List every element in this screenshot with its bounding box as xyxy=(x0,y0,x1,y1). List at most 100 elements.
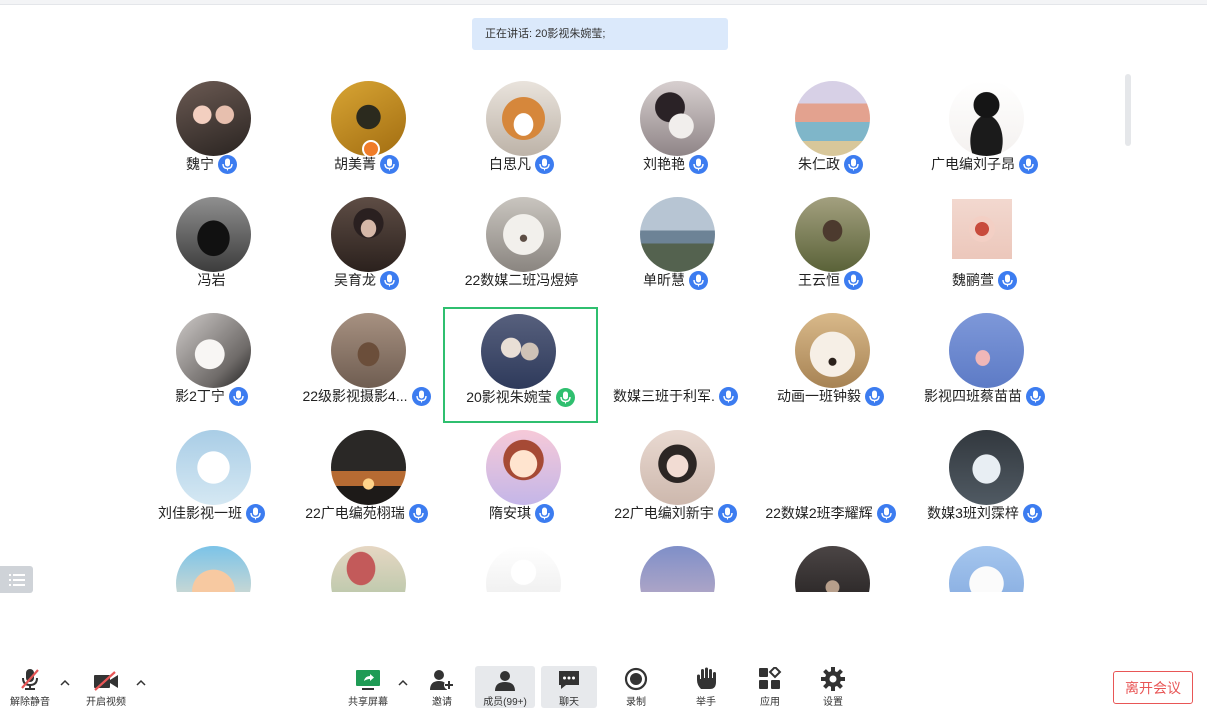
avatar xyxy=(176,313,251,388)
unmute-button[interactable]: 解除静音 xyxy=(6,655,54,708)
participant-name-row: 动画一班钟毅 xyxy=(753,385,908,407)
chat-button[interactable]: 聊天 xyxy=(541,666,597,708)
chat-icon xyxy=(559,671,579,689)
participant-tile[interactable]: 影视四班蔡苗苗 xyxy=(907,306,1062,422)
scrollbar[interactable] xyxy=(1125,74,1131,146)
participant-tile[interactable]: 数媒三班于利军. xyxy=(598,306,753,422)
participant-tile[interactable]: 魏宁 xyxy=(134,74,289,190)
participant-tile[interactable] xyxy=(134,539,289,592)
list-view-button[interactable] xyxy=(0,566,33,593)
chat-label: 聊天 xyxy=(559,697,579,708)
participant-name: 20影视朱婉莹 xyxy=(466,389,552,405)
mic-icon xyxy=(717,503,737,523)
participant-name: 22广电编苑栩瑞 xyxy=(305,505,405,521)
participant-name-row: 22广电编刘新宇 xyxy=(598,502,753,524)
participant-name-row: 20影视朱婉莹 xyxy=(445,386,596,408)
avatar xyxy=(640,430,715,505)
video-off-icon xyxy=(94,671,118,691)
avatar xyxy=(949,430,1024,505)
start-video-button[interactable]: 开启视频 xyxy=(82,655,130,708)
settings-button[interactable]: 设置 xyxy=(815,655,851,708)
participant-tile[interactable]: 王云恒 xyxy=(753,190,908,306)
participant-tile[interactable] xyxy=(289,539,444,592)
mic-icon xyxy=(411,386,431,406)
apps-button[interactable]: 应用 xyxy=(752,655,788,708)
participant-tile[interactable]: 影2丁宁 xyxy=(134,306,289,422)
participant-name-row: 胡美菁 xyxy=(289,153,444,175)
participant-name: 22数媒2班李耀辉 xyxy=(765,505,873,521)
participant-tile[interactable]: 白思凡 xyxy=(444,74,599,190)
participant-tile[interactable]: 22数媒2班李耀辉 xyxy=(753,423,908,539)
avatar xyxy=(795,430,870,505)
participant-name: 刘艳艳 xyxy=(643,156,685,172)
members-button[interactable]: 成员(99+) xyxy=(475,666,535,708)
participant-tile[interactable]: 刘艳艳 xyxy=(598,74,753,190)
avatar xyxy=(331,546,406,592)
participant-tile[interactable]: 22广电编刘新宇 xyxy=(598,423,753,539)
participant-name-row: 22级影视摄影4... xyxy=(289,385,444,407)
participant-tile[interactable] xyxy=(907,539,1062,592)
participant-name-row: 22数媒二班冯煜婷 xyxy=(444,269,599,291)
participant-tile[interactable]: 冯岩 xyxy=(134,190,289,306)
participant-tile[interactable]: 数媒3班刘霂梓 xyxy=(907,423,1062,539)
participant-tile[interactable] xyxy=(753,539,908,592)
participant-name: 数媒3班刘霂梓 xyxy=(927,505,1019,521)
participant-name: 影2丁宁 xyxy=(175,388,225,404)
invite-label: 邀请 xyxy=(432,697,452,708)
participant-name-row: 刘艳艳 xyxy=(598,153,753,175)
participant-name-row: 22数媒2班李耀辉 xyxy=(753,502,908,524)
participant-tile[interactable]: 刘佳影视一班 xyxy=(134,423,289,539)
video-options-caret[interactable] xyxy=(135,677,147,689)
invite-button[interactable]: 邀请 xyxy=(424,655,460,708)
meeting-toolbar: 解除静音 开启视频 共享屏幕 邀请 成员(99+) 聊天 录制 举手 应用 设置 xyxy=(0,655,1207,708)
participant-tile[interactable]: 吴育龙 xyxy=(289,190,444,306)
mic-icon xyxy=(380,154,399,174)
members-icon xyxy=(495,671,515,691)
mic-icon xyxy=(246,503,265,523)
participant-name-row: 吴育龙 xyxy=(289,269,444,291)
participant-tile[interactable] xyxy=(598,539,753,592)
avatar xyxy=(795,197,870,272)
participant-tile[interactable]: 动画一班钟毅 xyxy=(753,306,908,422)
participant-tile[interactable] xyxy=(444,539,599,592)
share-options-caret[interactable] xyxy=(397,677,409,689)
participant-tile[interactable]: 广电编刘子昂 xyxy=(907,74,1062,190)
hand-icon xyxy=(697,667,716,689)
avatar xyxy=(331,313,406,388)
mic-active-icon xyxy=(555,387,575,407)
share-screen-button[interactable]: 共享屏幕 xyxy=(344,655,392,708)
participant-tile[interactable]: 单昕慧 xyxy=(598,190,753,306)
participant-name: 胡美菁 xyxy=(334,156,376,172)
participant-tile[interactable]: 22数媒二班冯煜婷 xyxy=(444,190,599,306)
participant-tile[interactable]: 22级影视摄影4... xyxy=(289,306,444,422)
avatar xyxy=(640,546,715,592)
leave-meeting-button[interactable]: 离开会议 xyxy=(1113,671,1193,704)
mic-icon xyxy=(1026,386,1045,406)
participant-tile[interactable]: 22广电编苑栩瑞 xyxy=(289,423,444,539)
participant-name: 单昕慧 xyxy=(643,272,685,288)
participant-tile[interactable]: 20影视朱婉莹 xyxy=(443,307,598,423)
participant-tile[interactable]: 隋安琪 xyxy=(444,423,599,539)
unmute-label: 解除静音 xyxy=(10,697,50,708)
mic-options-caret[interactable] xyxy=(59,677,71,689)
participant-name: 冯岩 xyxy=(197,272,226,288)
participant-tile[interactable]: 朱仁政 xyxy=(753,74,908,190)
mic-icon xyxy=(228,386,248,406)
participant-name: 22级影视摄影4... xyxy=(302,388,408,404)
avatar xyxy=(176,546,251,592)
participant-name: 魏宁 xyxy=(186,156,214,172)
participant-name-row: 隋安琪 xyxy=(444,502,599,524)
participant-name-row: 广电编刘子昂 xyxy=(907,153,1062,175)
mic-icon xyxy=(844,154,863,174)
raise-hand-label: 举手 xyxy=(696,697,716,708)
participant-name-row: 魏宁 xyxy=(134,153,289,175)
participant-name: 22数媒二班冯煜婷 xyxy=(464,272,579,288)
participant-tile[interactable]: 魏鹂萱 xyxy=(907,190,1062,306)
raise-hand-button[interactable]: 举手 xyxy=(688,655,724,708)
avatar xyxy=(952,199,1012,259)
participant-tile[interactable]: 胡美菁 xyxy=(289,74,444,190)
participant-name-row: 王云恒 xyxy=(753,269,908,291)
record-icon xyxy=(624,667,648,691)
record-button[interactable]: 录制 xyxy=(618,655,654,708)
participant-name: 朱仁政 xyxy=(798,156,840,172)
